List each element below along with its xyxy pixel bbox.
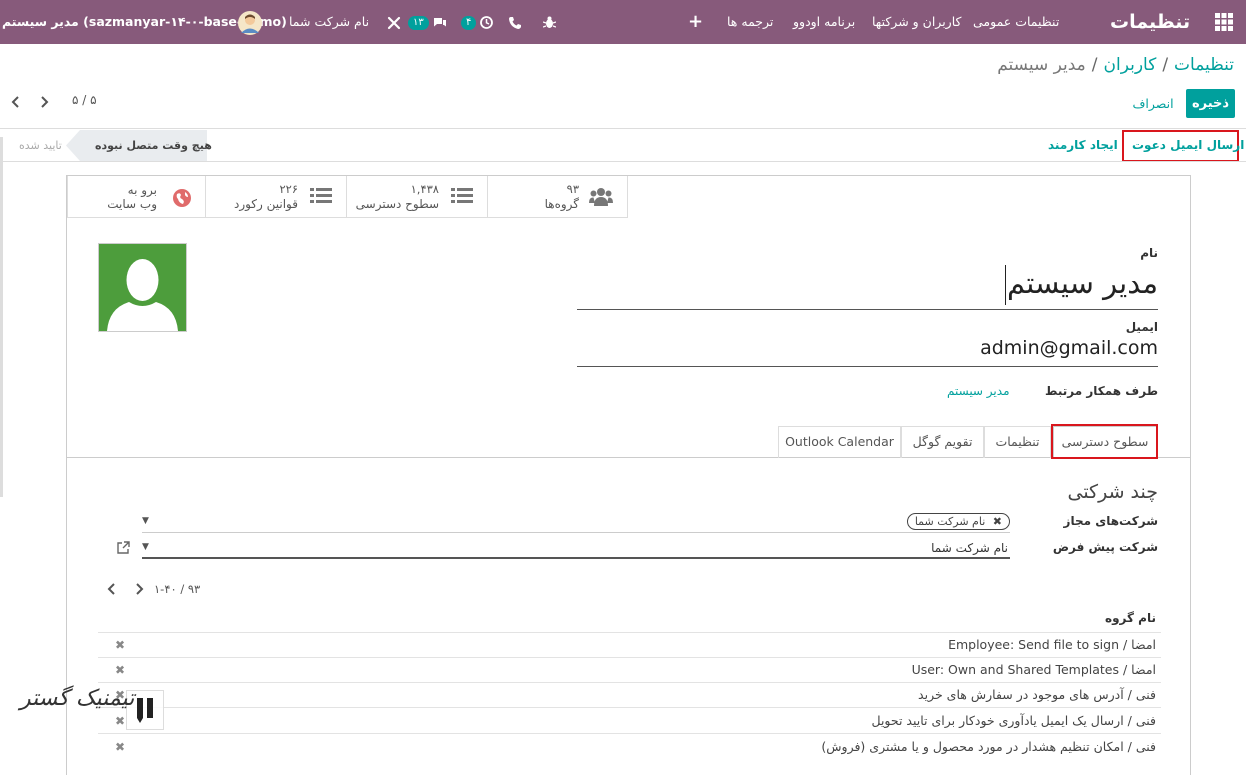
allowed-companies-field[interactable]: ▼ نام شرکت شما ✖ [142,512,1010,533]
record-rules-count: ۲۲۶ [279,182,298,196]
menu-general-settings[interactable]: تنظیمات عمومی [973,0,1059,44]
record-rules-label: قوانین رکورد [233,197,298,211]
group-name-cell: فنی / امکان تنظیم هشدار در مورد محصول و … [821,739,1156,754]
default-company-field[interactable]: ▼ نام شرکت شما [142,538,1010,559]
tag-remove-icon[interactable]: ✖ [993,515,1002,528]
chat-icon [433,17,446,26]
go-to-website-smart-button[interactable]: برو به وب سایت [67,176,205,218]
clock-icon [480,16,494,29]
text-caret [1005,265,1006,305]
list-prev-icon[interactable] [107,583,117,598]
name-input[interactable]: مدیر سیستم [577,262,1158,310]
apps-menu-icon[interactable] [1215,0,1235,44]
group-name-cell: فنی / آدرس های موجود در سفارش های خرید [918,687,1156,702]
list-next-icon[interactable] [134,583,144,598]
users-group-icon [589,187,613,210]
email-label: ایمیل [1125,320,1158,334]
dropdown-caret-icon[interactable]: ▼ [142,542,149,552]
save-button[interactable]: ذخیره [1186,89,1235,118]
phone-icon[interactable] [509,0,521,44]
list-icon [310,187,332,208]
menu-translations[interactable]: ترجمه ها [727,0,773,44]
default-company-value: نام شرکت شما [931,541,1008,555]
group-name-header[interactable]: نام گروه [1105,611,1156,625]
company-switcher[interactable]: نام شرکت شما [289,0,401,44]
list-pager-value[interactable]: ۱-۴۰ / ۹۳ [154,582,200,596]
app-brand[interactable]: تنظیمات [1110,0,1190,44]
breadcrumb-separator: / [1091,55,1098,75]
dropdown-caret-icon[interactable]: ▼ [142,516,149,526]
divider [0,161,1246,162]
list-icon [451,187,473,208]
plus-icon[interactable]: + [688,0,703,44]
allowed-companies-label: شرکت‌های مجاز [1063,514,1158,528]
tab-preferences[interactable]: تنظیمات [984,426,1051,458]
email-value: admin@gmail.com [980,337,1158,359]
remove-row-icon[interactable]: ✖ [115,638,125,652]
related-partner-label: طرف همکار مرتبط [1045,384,1158,398]
menu-users-companies[interactable]: کاربران و شرکتها [872,0,961,44]
highlight-access-tab [1051,424,1158,459]
left-edge-scroll [0,137,3,497]
website-line1: برو به [127,183,157,197]
tools-icon [387,16,401,29]
company-tag: نام شرکت شما ✖ [906,513,1010,530]
section-title: چند شرکتی [1067,481,1158,503]
access-rights-label: سطوح دسترسی [355,197,439,211]
breadcrumb-current: مدیر سیستم [997,55,1086,75]
stage-never-connected-label: هیچ وقت متصل نبوده [95,139,212,152]
breadcrumb: تنظیمات/کاربران/مدیر سیستم [997,55,1234,75]
user-avatar[interactable] [238,0,262,44]
group-name-cell: امضا / Employee: Send file to sign [948,637,1156,652]
user-avatar-image[interactable] [98,243,187,332]
name-value: مدیر سیستم [1006,266,1158,300]
email-input[interactable]: admin@gmail.com [577,334,1158,367]
bug-icon[interactable] [542,0,557,44]
discard-button[interactable]: انصراف [1127,89,1179,118]
pager-value[interactable]: ۵ / ۵ [72,93,97,107]
default-company-label: شرکت پیش فرض [1052,540,1158,554]
name-label: نام [1140,246,1158,260]
pager-next-icon[interactable] [39,96,49,111]
messaging-indicator[interactable]: ۱۳ [408,0,447,44]
group-name-cell: فنی / ارسال یک ایمیل یادآوری خودکار برای… [871,713,1156,728]
stage-confirmed-label[interactable]: تایید شده [19,130,62,161]
send-invitation-button[interactable]: ارسال ایمیل دعوت [1132,131,1244,160]
activity-count-badge: ۴ [461,15,477,30]
tab-outlook-calendar[interactable]: Outlook Calendar [778,426,901,458]
website-line2: وب سایت [107,197,157,211]
activity-indicator[interactable]: ۴ [461,0,494,44]
group-name-cell: امضا / User: Own and Shared Templates [911,662,1156,677]
record-rules-smart-button[interactable]: ۲۲۶ قوانین رکورد [205,176,346,218]
access-rights-smart-button[interactable]: ۱,۴۳۸ سطوح دسترسی [346,176,487,218]
breadcrumb-settings[interactable]: تنظیمات [1174,55,1234,75]
company-tag-label: نام شرکت شما [914,515,986,528]
breadcrumb-separator: / [1162,55,1169,75]
globe-icon [173,189,191,210]
breadcrumb-users[interactable]: کاربران [1104,55,1157,75]
access-rights-count: ۱,۴۳۸ [410,182,439,196]
menu-odoo-app[interactable]: برنامه اودوو [793,0,855,44]
company-name: نام شرکت شما [289,14,370,29]
top-navbar: تنظیمات تنظیمات عمومی کاربران و شرکتها ب… [0,0,1246,44]
chat-count-badge: ۱۳ [408,15,429,30]
groups-label: گروه‌ها [544,197,579,211]
groups-count: ۹۳ [566,182,579,196]
pager-prev-icon[interactable] [11,96,21,111]
watermark-logo: تیمنیک گستر [20,686,135,711]
remove-row-icon[interactable]: ✖ [115,740,125,754]
tab-google-calendar[interactable]: تقویم گوگل [901,426,984,458]
create-employee-button[interactable]: ایجاد کارمند [1048,131,1118,160]
external-link-icon[interactable] [117,541,130,557]
remove-row-icon[interactable]: ✖ [115,663,125,677]
groups-smart-button[interactable]: ۹۳ گروه‌ها [487,176,628,218]
remove-row-icon[interactable]: ✖ [115,714,125,728]
related-partner-link[interactable]: مدیر سیستم [947,384,1010,398]
